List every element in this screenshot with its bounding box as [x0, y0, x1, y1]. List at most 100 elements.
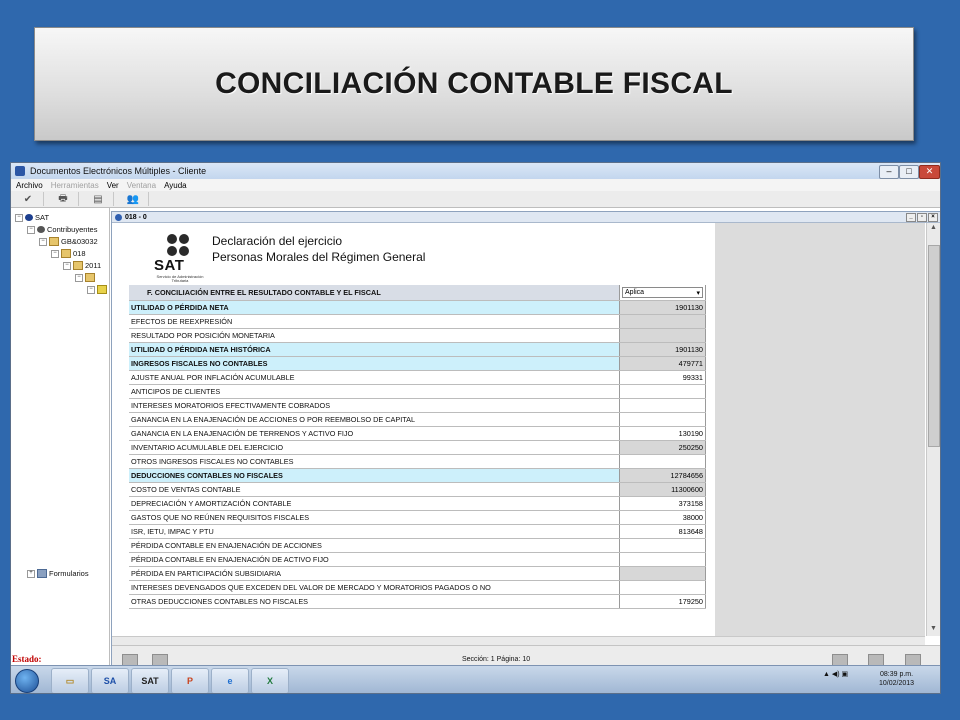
row-value-field[interactable]: 130190	[619, 426, 706, 441]
doc-minimize-button[interactable]: _	[906, 213, 916, 222]
menu-ver[interactable]: Ver	[107, 181, 119, 190]
row-label: INTERESES MORATORIOS EFECTIVAMENTE COBRA…	[129, 398, 620, 413]
row-label: PÉRDIDA EN PARTICIPACIÓN SUBSIDIARIA	[129, 566, 620, 581]
navigation-tree: − SAT − Contribuyentes − GB&03032 − 018 …	[11, 208, 110, 691]
internet-explorer-taskbar-icon[interactable]: e	[211, 668, 249, 693]
menu-bar: Archivo Herramientas Ver Ventana Ayuda	[11, 179, 940, 191]
start-button[interactable]	[15, 669, 39, 693]
collapse-icon[interactable]: −	[63, 261, 71, 270]
form-row: GANANCIA EN LA ENAJENACIÓN DE ACCIONES O…	[129, 412, 706, 427]
row-value-field[interactable]: 250250	[619, 440, 706, 455]
row-value-field[interactable]	[619, 314, 706, 329]
form-row: PÉRDIDA EN PARTICIPACIÓN SUBSIDIARIA	[129, 566, 706, 581]
close-button[interactable]: ✕	[919, 165, 940, 179]
row-label: PÉRDIDA CONTABLE EN ENAJENACIÓN DE ACCIO…	[129, 538, 620, 553]
tree-item-year[interactable]: − 2011	[63, 261, 101, 270]
row-value-field[interactable]: 1901130	[619, 342, 706, 357]
tree-item-sub[interactable]: −	[75, 273, 97, 282]
row-value-field[interactable]: 38000	[619, 510, 706, 525]
vertical-scrollbar[interactable]: ▲ ▼	[926, 223, 940, 636]
collapse-icon[interactable]: −	[39, 237, 47, 246]
folder-icon	[85, 273, 95, 282]
page-area: SAT Servicio de Administración Tributari…	[112, 223, 925, 636]
system-tray-icons[interactable]: ▲ ◀) ▣	[823, 670, 848, 678]
chevron-down-icon: ▾	[696, 289, 700, 297]
taskbar: ▭ SA SAT P e X ▲ ◀) ▣ 08:39 p.m. 10/02/2…	[11, 665, 940, 693]
row-value-field[interactable]	[619, 454, 706, 469]
row-value-field[interactable]: 179250	[619, 594, 706, 609]
doc-restore-button[interactable]: ▫	[917, 213, 927, 222]
tree-label: 2011	[85, 261, 102, 270]
menu-herramientas[interactable]: Herramientas	[51, 181, 99, 190]
sat-logo-word: SAT	[154, 257, 185, 274]
taskbar-clock[interactable]: 08:39 p.m. 10/02/2013	[879, 670, 914, 688]
collapse-icon[interactable]: −	[87, 285, 95, 294]
form-row: ISR, IETU, IMPAC Y PTU 813648	[129, 524, 706, 539]
page-info: Sección: 1 Página: 10	[462, 656, 531, 663]
form-row: AJUSTE ANUAL POR INFLACIÓN ACUMULABLE 993…	[129, 370, 706, 385]
form-icon[interactable]: ▤	[83, 192, 114, 206]
form-row: OTRAS DEDUCCIONES CONTABLES NO FISCALES 1…	[129, 594, 706, 609]
row-value-field[interactable]: 1901130	[619, 300, 706, 315]
row-label: UTILIDAD O PÉRDIDA NETA HISTÓRICA	[129, 342, 620, 357]
row-value-field[interactable]	[619, 580, 706, 595]
form-row: INVENTARIO ACUMULABLE DEL EJERCICIO 25025…	[129, 440, 706, 455]
row-value-field[interactable]	[619, 566, 706, 581]
print-icon[interactable]: 🖶	[48, 192, 79, 206]
row-label: AJUSTE ANUAL POR INFLACIÓN ACUMULABLE	[129, 370, 620, 385]
collapse-icon[interactable]: −	[51, 249, 59, 258]
excel-taskbar-icon[interactable]: X	[251, 668, 289, 693]
row-value-field[interactable]	[619, 412, 706, 427]
tree-label: Formularios	[49, 569, 89, 578]
tree-label: Contribuyentes	[47, 225, 98, 234]
tree-item-018[interactable]: − 018	[51, 249, 86, 258]
sat-taskbar-icon[interactable]: SAT	[131, 668, 169, 693]
sat-app-taskbar-icon[interactable]: SA	[91, 668, 129, 693]
collapse-icon[interactable]: −	[75, 273, 83, 282]
explorer-taskbar-icon[interactable]: ▭	[51, 668, 89, 693]
status-label: Estado:	[12, 654, 42, 664]
row-label: INVENTARIO ACUMULABLE DEL EJERCICIO	[129, 440, 620, 455]
row-value-field[interactable]	[619, 552, 706, 567]
row-value-field[interactable]	[619, 398, 706, 413]
row-value-field[interactable]	[619, 384, 706, 399]
scroll-thumb[interactable]	[928, 245, 940, 447]
minimize-button[interactable]: –	[879, 165, 899, 179]
collapse-icon[interactable]: −	[27, 225, 35, 234]
form-row: GASTOS QUE NO REÚNEN REQUISITOS FISCALES…	[129, 510, 706, 525]
powerpoint-taskbar-icon[interactable]: P	[171, 668, 209, 693]
row-value-field[interactable]: 813648	[619, 524, 706, 539]
doc-close-button[interactable]: ×	[928, 213, 938, 222]
row-value-field[interactable]	[619, 328, 706, 343]
applies-select[interactable]: Aplica ▾	[622, 287, 703, 298]
row-value-field[interactable]: 12784656	[619, 468, 706, 483]
form-row: UTILIDAD O PÉRDIDA NETA HISTÓRICA 1901130	[129, 342, 706, 357]
row-value-field[interactable]	[619, 538, 706, 553]
scroll-up-icon[interactable]: ▲	[927, 223, 940, 233]
row-label: GANANCIA EN LA ENAJENACIÓN DE TERRENOS Y…	[129, 426, 620, 441]
tree-item-formularios[interactable]: + Formularios	[27, 569, 89, 578]
people-icon[interactable]: 👥	[118, 192, 149, 206]
maximize-button[interactable]: □	[899, 165, 919, 179]
row-value-field[interactable]: 99331	[619, 370, 706, 385]
tree-item-leaf[interactable]: −	[87, 285, 109, 294]
document-icon	[115, 213, 122, 221]
menu-ventana[interactable]: Ventana	[127, 181, 156, 190]
horizontal-scrollbar[interactable]	[112, 636, 925, 645]
row-value-field[interactable]: 479771	[619, 356, 706, 371]
expand-icon[interactable]: +	[27, 569, 35, 578]
tree-item-rfc[interactable]: − GB&03032	[39, 237, 98, 246]
collapse-icon[interactable]: −	[15, 213, 23, 222]
check-icon[interactable]: ✔	[13, 192, 44, 206]
folder-icon	[49, 237, 59, 246]
tree-item-sat[interactable]: − SAT	[15, 213, 49, 222]
section-title: F. CONCILIACIÓN ENTRE EL RESULTADO CONTA…	[129, 285, 620, 301]
row-label: DEDUCCIONES CONTABLES NO FISCALES	[129, 468, 620, 483]
row-value-field[interactable]: 373158	[619, 496, 706, 511]
menu-archivo[interactable]: Archivo	[16, 181, 43, 190]
tree-item-contribuyentes[interactable]: − Contribuyentes	[27, 225, 97, 234]
menu-ayuda[interactable]: Ayuda	[164, 181, 187, 190]
row-value-field[interactable]: 11300600	[619, 482, 706, 497]
scroll-down-icon[interactable]: ▼	[927, 624, 940, 634]
applies-select-value: Aplica	[625, 289, 645, 296]
